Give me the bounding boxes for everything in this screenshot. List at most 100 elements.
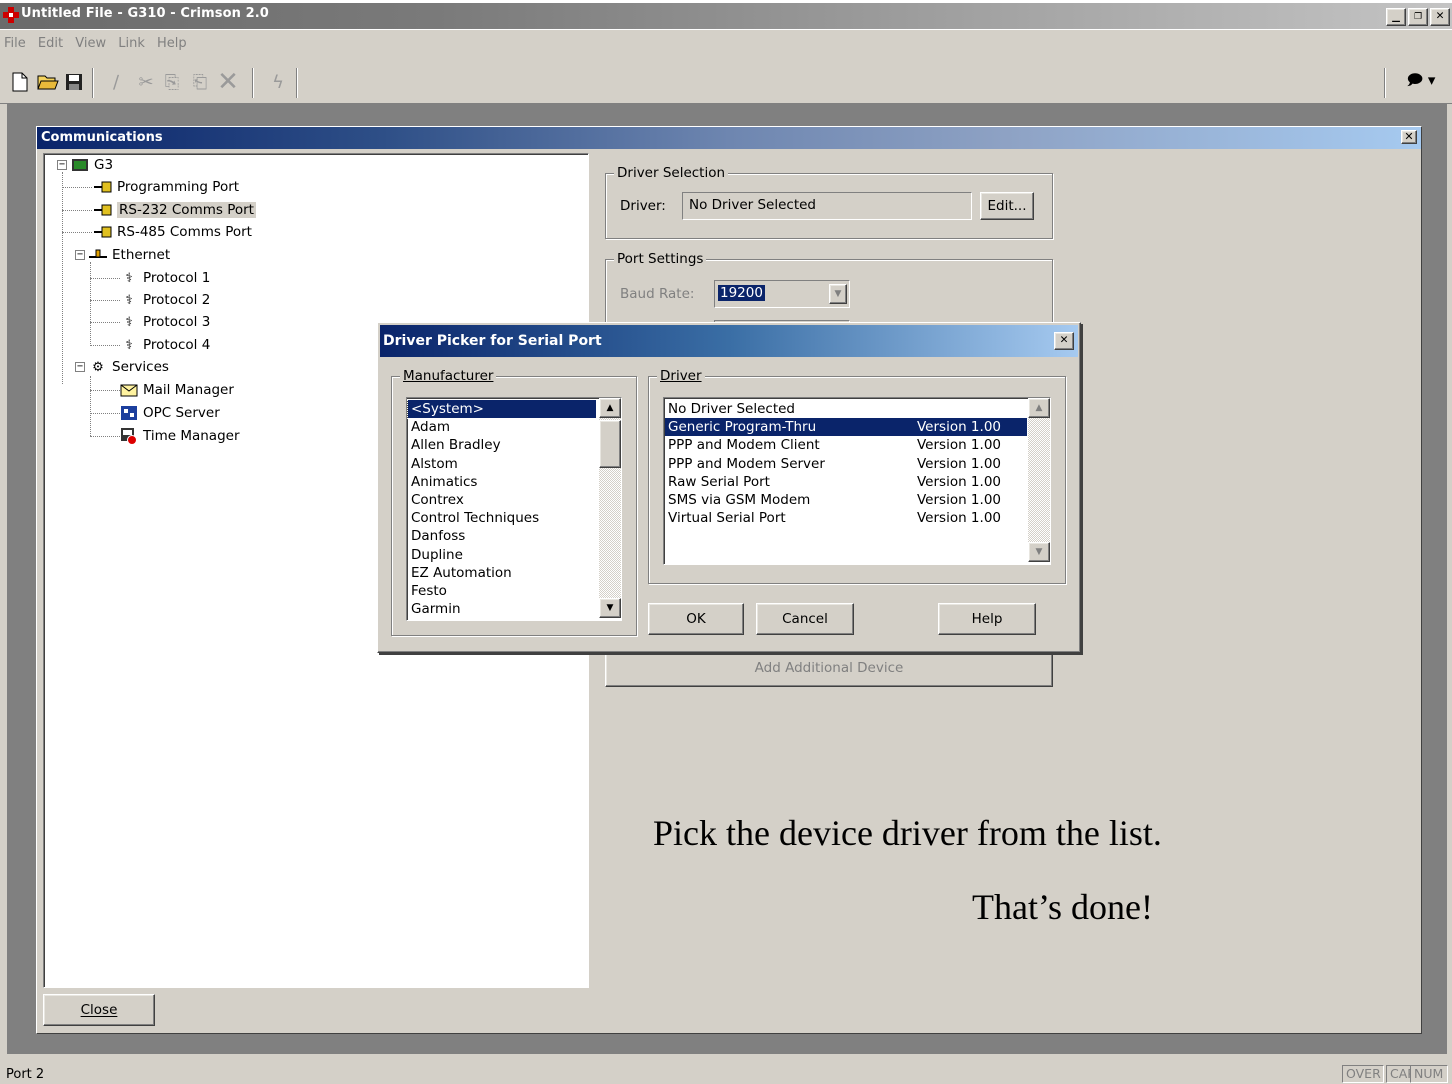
edit-driver-button[interactable]: Edit... bbox=[980, 192, 1034, 220]
manufacturer-list-item[interactable]: Control Techniques bbox=[408, 509, 596, 527]
chevron-down-icon[interactable]: ▼ bbox=[829, 284, 847, 304]
tree-item-opc-server[interactable]: OPC Server bbox=[120, 402, 220, 424]
ok-button[interactable]: OK bbox=[648, 603, 744, 635]
manufacturer-list-item[interactable]: Animatics bbox=[408, 473, 596, 491]
manufacturer-list-item[interactable]: EZ Automation bbox=[408, 564, 596, 582]
driver-list[interactable]: No Driver Selected Generic Program-Thru Ve… bbox=[663, 397, 1051, 565]
protocol-icon: ⚕ bbox=[125, 337, 133, 353]
tree-item-rs485-port[interactable]: RS-485 Comms Port bbox=[94, 221, 252, 243]
tree-line bbox=[62, 172, 63, 384]
cut-icon[interactable]: ✂ bbox=[134, 67, 158, 97]
manufacturer-list-item[interactable]: Allen Bradley bbox=[408, 436, 596, 454]
add-device-button[interactable]: Add Additional Device bbox=[605, 649, 1053, 687]
tree-label: RS-485 Comms Port bbox=[117, 224, 252, 240]
manufacturer-label: Manufacturer bbox=[400, 368, 497, 384]
menu-file[interactable]: File bbox=[0, 34, 30, 53]
manufacturer-list-item[interactable]: Festo bbox=[408, 582, 596, 600]
copy-icon[interactable]: ⎘ bbox=[160, 67, 184, 97]
driver-name: Raw Serial Port bbox=[668, 473, 770, 490]
driver-rows: No Driver Selected Generic Program-Thru Ve… bbox=[665, 400, 1027, 527]
send-icon[interactable]: ϟ bbox=[266, 67, 290, 97]
tree-item-protocol-4[interactable]: ⚕ Protocol 4 bbox=[120, 334, 210, 356]
close-button-label: Close bbox=[80, 1002, 118, 1018]
driver-name: SMS via GSM Modem bbox=[668, 491, 811, 508]
scroll-up-icon[interactable]: ▲ bbox=[599, 398, 621, 418]
driver-list-item[interactable]: PPP and Modem Client Version 1.00 bbox=[665, 436, 1027, 454]
driver-version: Version 1.00 bbox=[917, 491, 1001, 508]
tree-line bbox=[90, 278, 120, 279]
scroll-down-icon[interactable]: ▼ bbox=[1028, 542, 1050, 562]
tree-label: Protocol 1 bbox=[143, 270, 211, 286]
manufacturer-list-item[interactable]: Danfoss bbox=[408, 527, 596, 545]
manufacturer-list[interactable]: <System> Adam Allen Bradley Alstom Animatics… bbox=[406, 397, 622, 621]
clock-icon bbox=[120, 428, 138, 445]
driver-name: Generic Program-Thru bbox=[668, 419, 817, 436]
baud-rate-select[interactable]: 19200 ▼ bbox=[714, 280, 850, 308]
speech-balloon-icon[interactable]: 🗩 ▾ bbox=[1396, 67, 1446, 97]
tree-item-mail-manager[interactable]: Mail Manager bbox=[120, 379, 234, 401]
scroll-thumb[interactable] bbox=[599, 420, 621, 468]
open-icon[interactable] bbox=[36, 67, 60, 97]
delete-icon[interactable]: ✕ bbox=[216, 67, 240, 97]
collapse-icon[interactable]: − bbox=[75, 250, 85, 260]
driver-scrollbar[interactable]: ▲ ▼ bbox=[1028, 398, 1050, 562]
manufacturer-list-item[interactable]: Dupline bbox=[408, 546, 596, 564]
manufacturer-list-item[interactable]: Garmin bbox=[408, 600, 596, 618]
menu-link[interactable]: Link bbox=[114, 34, 149, 53]
opc-server-icon bbox=[120, 405, 138, 421]
tree-item-protocol-2[interactable]: ⚕ Protocol 2 bbox=[120, 289, 210, 311]
driver-list-item[interactable]: SMS via GSM Modem Version 1.00 bbox=[665, 491, 1027, 509]
driver-list-item[interactable]: PPP and Modem Server Version 1.00 bbox=[665, 455, 1027, 473]
tree-item-time-manager[interactable]: Time Manager bbox=[120, 425, 240, 447]
manufacturer-list-item[interactable]: Alstom bbox=[408, 455, 596, 473]
minimize-button[interactable]: _ bbox=[1386, 8, 1406, 26]
manufacturer-scrollbar[interactable]: ▲ ▼ bbox=[599, 398, 621, 618]
toolbar-separator bbox=[92, 68, 94, 98]
close-button[interactable]: Close bbox=[43, 994, 155, 1026]
tree-item-programming-port[interactable]: Programming Port bbox=[94, 176, 239, 198]
driver-name: PPP and Modem Server bbox=[668, 455, 825, 472]
toolbar: ∕ ✂ ⎘ ⎗ ✕ ϟ 🗩 ▾ bbox=[0, 60, 1452, 104]
new-icon[interactable] bbox=[8, 67, 32, 97]
restore-button[interactable]: ❐ bbox=[1408, 8, 1428, 26]
manufacturer-list-item[interactable]: Contrex bbox=[408, 491, 596, 509]
edit-icon[interactable]: ∕ bbox=[104, 67, 128, 97]
tree-line bbox=[90, 436, 120, 437]
tree-item-protocol-1[interactable]: ⚕ Protocol 1 bbox=[120, 267, 210, 289]
driver-list-item[interactable]: No Driver Selected bbox=[665, 400, 1027, 418]
scroll-down-icon[interactable]: ▼ bbox=[599, 598, 621, 618]
manufacturer-list-item[interactable]: Adam bbox=[408, 418, 596, 436]
scroll-up-icon[interactable]: ▲ bbox=[1028, 398, 1050, 418]
tree-line bbox=[90, 345, 120, 346]
help-button[interactable]: Help bbox=[938, 603, 1036, 635]
collapse-icon[interactable]: − bbox=[75, 362, 85, 372]
communications-close-icon[interactable]: ✕ bbox=[1401, 130, 1417, 144]
menu-edit[interactable]: Edit bbox=[34, 34, 67, 53]
cancel-button[interactable]: Cancel bbox=[756, 603, 854, 635]
driver-list-item[interactable]: Raw Serial Port Version 1.00 bbox=[665, 473, 1027, 491]
window-title: Untitled File - G310 - Crimson 2.0 bbox=[21, 6, 269, 21]
tree-line bbox=[90, 322, 120, 323]
collapse-icon[interactable]: − bbox=[57, 160, 67, 170]
menu-view[interactable]: View bbox=[71, 34, 110, 53]
menu-help[interactable]: Help bbox=[153, 34, 191, 53]
tree-item-services[interactable]: − ⚙ Services bbox=[75, 356, 169, 378]
app-icon bbox=[3, 7, 19, 23]
tree-item-protocol-3[interactable]: ⚕ Protocol 3 bbox=[120, 311, 210, 333]
driver-list-item[interactable]: Virtual Serial Port Version 1.00 bbox=[665, 509, 1027, 527]
driver-selection-group: Driver Selection Driver: No Driver Selec… bbox=[605, 165, 1053, 239]
toolbar-separator bbox=[1384, 68, 1386, 98]
tree-item-g3[interactable]: − G3 bbox=[57, 154, 113, 176]
tree-label: RS-232 Comms Port bbox=[117, 202, 256, 218]
manufacturer-list-item[interactable]: <System> bbox=[407, 398, 597, 420]
gears-icon: ⚙ bbox=[92, 359, 104, 375]
dialog-close-icon[interactable]: ✕ bbox=[1054, 332, 1074, 350]
driver-group: Driver No Driver Selected Generic Program… bbox=[648, 368, 1066, 584]
baud-rate-label: Baud Rate: bbox=[620, 286, 695, 302]
tree-item-ethernet[interactable]: − Ethernet bbox=[75, 244, 170, 266]
tree-item-rs232-port[interactable]: RS-232 Comms Port bbox=[94, 199, 256, 221]
save-icon[interactable] bbox=[62, 67, 86, 97]
paste-icon[interactable]: ⎗ bbox=[188, 67, 212, 97]
driver-list-item[interactable]: Generic Program-Thru Version 1.00 bbox=[665, 418, 1027, 437]
close-window-button[interactable]: ✕ bbox=[1430, 8, 1450, 26]
